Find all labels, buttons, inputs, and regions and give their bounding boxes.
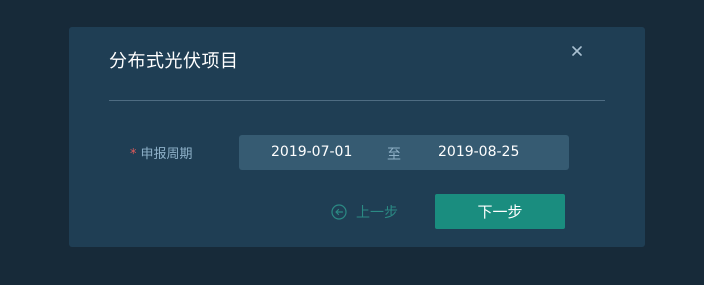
next-step-label: 下一步 <box>477 203 523 221</box>
range-separator: 至 <box>387 147 401 163</box>
next-step-button[interactable]: 下一步 <box>435 194 565 229</box>
close-button[interactable] <box>569 43 585 59</box>
required-mark: * <box>130 147 137 162</box>
close-icon <box>572 46 582 56</box>
prev-step-label: 上一步 <box>356 205 398 221</box>
arrow-left-circle-icon <box>331 204 347 220</box>
date-range-picker[interactable]: 2019-07-01 至 2019-08-25 <box>239 135 569 170</box>
start-date-input[interactable]: 2019-07-01 <box>271 144 352 160</box>
title-divider <box>109 100 605 101</box>
period-label-text: 申报周期 <box>140 147 193 162</box>
dialog-title: 分布式光伏项目 <box>109 51 239 72</box>
prev-step-button[interactable]: 上一步 <box>331 202 398 222</box>
end-date-input[interactable]: 2019-08-25 <box>438 144 519 160</box>
project-dialog: 分布式光伏项目 * 申报周期 2019-07-01 至 2019-08-25 上一… <box>69 27 645 247</box>
period-field-label: * 申报周期 <box>130 143 193 162</box>
